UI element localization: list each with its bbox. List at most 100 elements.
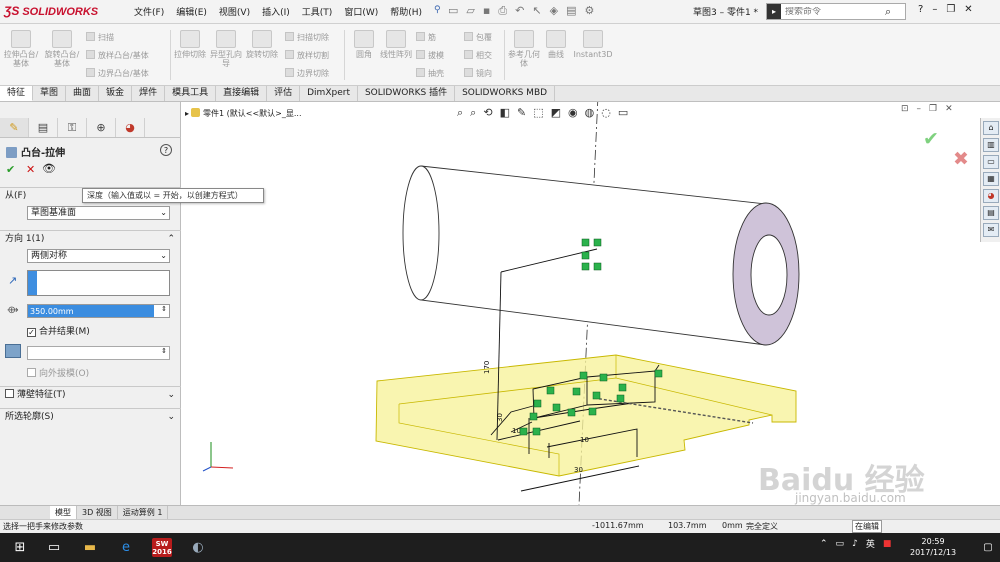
tab-weldments[interactable]: 焊件 bbox=[132, 86, 166, 101]
new-icon[interactable]: ▭ bbox=[448, 4, 458, 18]
draft-angle-field[interactable]: ⇕ bbox=[27, 346, 170, 360]
rebuild-icon[interactable]: ◈ bbox=[550, 4, 558, 18]
zoom-to-fit-icon[interactable]: ⌕ bbox=[457, 106, 463, 120]
feature-tree-flyout[interactable]: ▸ 零件1 (默认<<默认>_显... bbox=[185, 108, 302, 119]
menu-file[interactable]: 文件(F) bbox=[134, 5, 164, 18]
network-icon[interactable]: ▭ bbox=[836, 539, 845, 549]
show-hidden-icons-icon[interactable]: ⌃ bbox=[820, 539, 828, 549]
from-select[interactable]: 草图基准面 ⌄ bbox=[27, 206, 170, 220]
direction-of-extrusion-field[interactable] bbox=[27, 270, 170, 296]
dimension-30[interactable]: 30 bbox=[496, 413, 504, 422]
help-icon[interactable]: ? bbox=[160, 144, 172, 156]
tab-mold-tools[interactable]: 模具工具 bbox=[165, 86, 217, 101]
appearances-icon[interactable]: ◕ bbox=[983, 189, 999, 203]
draft-outward-checkbox[interactable]: 向外拔模(O) bbox=[27, 366, 89, 379]
cancel-button[interactable]: ✕ bbox=[26, 163, 35, 176]
menu-help[interactable]: 帮助(H) bbox=[390, 5, 422, 18]
search-icon[interactable]: ⌕ bbox=[885, 5, 891, 19]
expand-chevron-icon[interactable]: ⌄ bbox=[167, 409, 175, 425]
instant3d-button[interactable]: Instant3D bbox=[572, 30, 614, 59]
checkbox-icon[interactable] bbox=[27, 368, 36, 377]
lofted-cut-button[interactable]: 放样切割 bbox=[285, 50, 329, 61]
volume-icon[interactable]: ♪ bbox=[852, 539, 858, 549]
viewport-minimize-icon[interactable]: – bbox=[917, 104, 922, 114]
mirror-button[interactable]: 镜向 bbox=[464, 68, 492, 79]
property-manager-tab-icon[interactable]: ▤ bbox=[29, 118, 58, 137]
tab-motion-study[interactable]: 运动算例 1 bbox=[118, 506, 169, 519]
menu-tools[interactable]: 工具(T) bbox=[302, 5, 333, 18]
design-library-icon[interactable]: ▥ bbox=[983, 138, 999, 152]
thin-feature-section-header[interactable]: 薄壁特征(T) ⌄ bbox=[0, 386, 181, 402]
hide-show-items-icon[interactable]: ◉ bbox=[568, 106, 578, 120]
viewport-expand-icon[interactable]: ⊡ bbox=[901, 104, 909, 114]
revolve-cut-button[interactable]: 旋转切除 bbox=[244, 30, 280, 59]
depth-value-field[interactable] bbox=[28, 305, 154, 317]
menu-edit[interactable]: 编辑(E) bbox=[176, 5, 207, 18]
tab-direct-editing[interactable]: 直接编辑 bbox=[216, 86, 268, 101]
wrap-button[interactable]: 包覆 bbox=[464, 32, 492, 43]
tab-solidworks-addins[interactable]: SOLIDWORKS 插件 bbox=[358, 86, 456, 101]
boundary-boss-button[interactable]: 边界凸台/基体 bbox=[86, 68, 149, 79]
fillet-button[interactable]: 圆角 bbox=[346, 30, 382, 59]
dynamic-annotation-icon[interactable]: ✎ bbox=[517, 106, 526, 120]
extrude-boss-button[interactable]: 拉伸凸台/基体 bbox=[3, 30, 39, 68]
ok-button[interactable]: ✔ bbox=[6, 163, 15, 176]
solidworks-taskbar-icon[interactable]: SW 2016 bbox=[152, 538, 172, 557]
tab-sketch[interactable]: 草图 bbox=[33, 86, 67, 101]
reverse-direction-icon[interactable]: ↗ bbox=[8, 274, 17, 287]
dimxpert-manager-tab-icon[interactable]: ⊕ bbox=[87, 118, 116, 137]
reference-geometry-button[interactable]: 参考几何体 bbox=[506, 30, 542, 68]
intersect-button[interactable]: 相交 bbox=[464, 50, 492, 61]
custom-properties-icon[interactable]: ▤ bbox=[983, 206, 999, 220]
menu-window[interactable]: 窗口(W) bbox=[344, 5, 378, 18]
end-condition-select[interactable]: 两侧对称 ⌄ bbox=[27, 249, 170, 263]
dimension-170[interactable]: 170 bbox=[483, 361, 491, 374]
configuration-manager-tab-icon[interactable]: ⚿ bbox=[58, 118, 87, 137]
sweep-button[interactable]: 扫描 bbox=[86, 32, 114, 43]
extrude-cut-button[interactable]: 拉伸切除 bbox=[172, 30, 208, 59]
forum-icon[interactable]: ✉ bbox=[983, 223, 999, 237]
open-icon[interactable]: ▱ bbox=[466, 4, 474, 18]
confirm-corner-ok-icon[interactable]: ✔ bbox=[923, 128, 939, 150]
previous-view-icon[interactable]: ⟲ bbox=[483, 106, 492, 120]
view-orientation-icon[interactable]: ⬚ bbox=[533, 106, 543, 120]
file-explorer-taskbar-icon[interactable]: ▬ bbox=[80, 538, 100, 557]
spinner-icon[interactable]: ⇕ bbox=[161, 347, 167, 355]
apply-scene-icon[interactable]: ◌ bbox=[601, 106, 611, 120]
solidworks-logo[interactable]: ƷS SOLIDWORKS bbox=[4, 4, 114, 20]
linear-pattern-button[interactable]: 线性阵列 bbox=[378, 30, 414, 59]
select-icon[interactable]: ↖ bbox=[532, 4, 541, 18]
spinner-icon[interactable]: ⇕ bbox=[161, 305, 167, 313]
paint-app-icon[interactable]: ◐ bbox=[188, 538, 208, 557]
pin-icon[interactable]: ⚲ bbox=[434, 5, 441, 18]
tab-dimxpert[interactable]: DimXpert bbox=[300, 86, 358, 101]
tab-solidworks-mbd[interactable]: SOLIDWORKS MBD bbox=[455, 86, 556, 101]
revolve-boss-button[interactable]: 旋转凸台/基体 bbox=[44, 30, 80, 68]
draft-button[interactable]: 拔模 bbox=[416, 50, 444, 61]
notifications-icon[interactable]: ▢ bbox=[978, 538, 998, 557]
dimension-10[interactable]: 10 bbox=[580, 436, 589, 444]
selected-contours-section-header[interactable]: 所选轮廓(S) ⌄ bbox=[0, 408, 181, 424]
undo-icon[interactable]: ↶ bbox=[515, 4, 524, 18]
tab-model[interactable]: 模型 bbox=[50, 506, 77, 519]
shell-button[interactable]: 抽壳 bbox=[416, 68, 444, 79]
search-commands[interactable]: ▸ ⌕ bbox=[766, 3, 906, 20]
feature-manager-tab-icon[interactable]: ✎ bbox=[0, 118, 29, 137]
menu-view[interactable]: 视图(V) bbox=[219, 5, 250, 18]
merge-result-checkbox[interactable]: ✓ 合并结果(M) bbox=[27, 324, 90, 337]
save-icon[interactable]: ▪ bbox=[483, 4, 490, 18]
input-method-icon[interactable]: ■ bbox=[883, 539, 892, 549]
expand-chevron-icon[interactable]: ⌄ bbox=[167, 387, 175, 403]
tab-sheet-metal[interactable]: 钣金 bbox=[99, 86, 133, 101]
solidworks-resources-icon[interactable]: ⌂ bbox=[983, 121, 999, 135]
search-input[interactable] bbox=[781, 6, 885, 17]
loft-button[interactable]: 放样凸台/基体 bbox=[86, 50, 149, 61]
print-icon[interactable]: ⎙ bbox=[498, 4, 507, 18]
close-icon[interactable]: ✕ bbox=[964, 4, 972, 15]
preview-eye-icon[interactable]: 👁 bbox=[42, 162, 56, 175]
file-props-icon[interactable]: ▤ bbox=[566, 4, 576, 18]
display-manager-tab-icon[interactable]: ◕ bbox=[116, 118, 145, 137]
view-palette-icon[interactable]: ▦ bbox=[983, 172, 999, 186]
tube-body[interactable] bbox=[402, 165, 800, 346]
direction1-section-header[interactable]: 方向 1(1) ⌃ bbox=[0, 230, 181, 246]
